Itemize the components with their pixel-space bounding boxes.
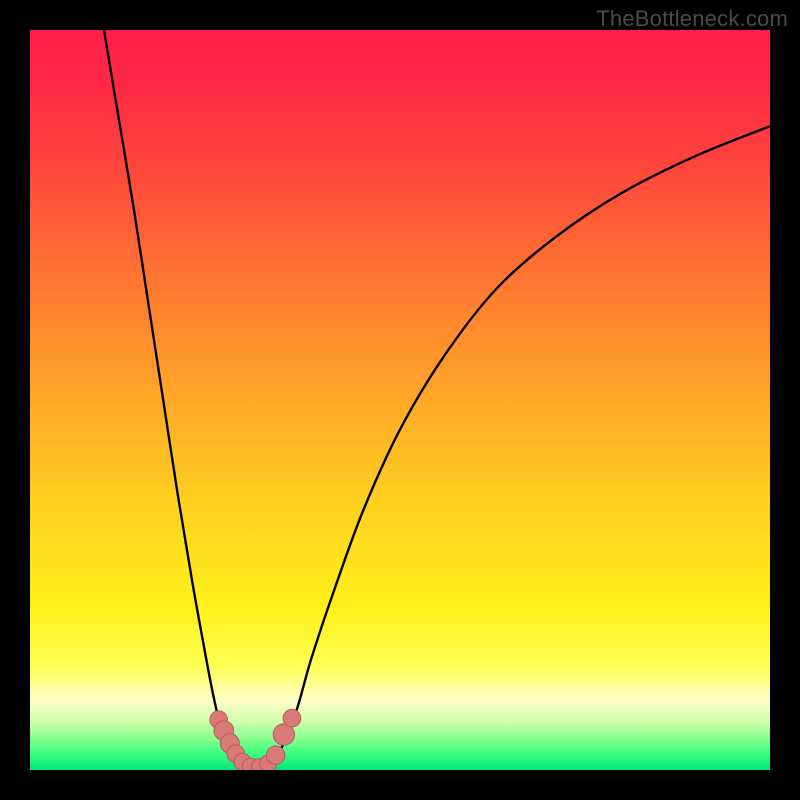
data-marker bbox=[283, 709, 301, 727]
watermark-text: TheBottleneck.com bbox=[596, 6, 788, 32]
bottleneck-curve bbox=[30, 30, 770, 770]
chart-frame: TheBottleneck.com bbox=[0, 0, 800, 800]
data-marker bbox=[266, 746, 285, 765]
plot-area bbox=[30, 30, 770, 770]
